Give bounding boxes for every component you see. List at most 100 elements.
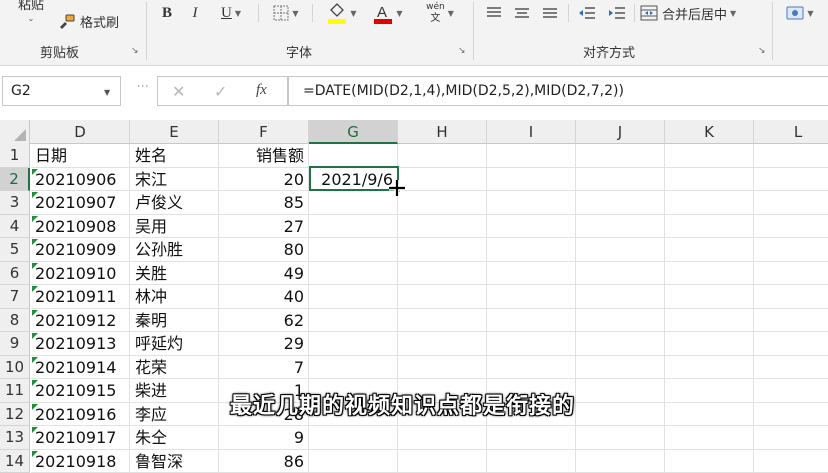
column-header-g[interactable]: G	[309, 120, 398, 144]
cell-j11[interactable]	[576, 379, 665, 403]
paste-dropdown[interactable]: ⌄	[24, 12, 38, 24]
cell-i13[interactable]	[487, 426, 576, 450]
cell-j2[interactable]	[576, 167, 665, 191]
cell-i3[interactable]	[487, 191, 576, 215]
row-header[interactable]: 9	[0, 332, 30, 356]
cell-h10[interactable]	[398, 355, 487, 379]
cell-h13[interactable]	[398, 426, 487, 450]
cell-j12[interactable]	[576, 402, 665, 426]
align-middle-button[interactable]	[512, 3, 532, 23]
formula-input[interactable]: =DATE(MID(D2,1,4),MID(D2,5,2),MID(D2,7,2…	[288, 76, 828, 106]
cell-f7[interactable]: 40	[219, 285, 309, 309]
merge-center-button[interactable]: 合并后居中 ▼	[640, 2, 736, 24]
cell-e14[interactable]: 鲁智深	[130, 449, 219, 473]
cell-k5[interactable]	[665, 238, 754, 262]
cell-g3[interactable]	[309, 191, 398, 215]
cell-d12[interactable]: 20210916	[31, 402, 130, 426]
column-header-f[interactable]: F	[219, 120, 309, 144]
cell-h9[interactable]	[398, 332, 487, 356]
cell-h8[interactable]	[398, 308, 487, 332]
cell-i14[interactable]	[487, 449, 576, 473]
cell-e3[interactable]: 卢俊义	[130, 191, 219, 215]
cell-e9[interactable]: 呼延灼	[130, 332, 219, 356]
column-header-d[interactable]: D	[31, 120, 130, 144]
cell-e1[interactable]: 姓名	[130, 144, 219, 168]
cell-k14[interactable]	[665, 449, 754, 473]
cell-f6[interactable]: 49	[219, 261, 309, 285]
cell-d7[interactable]: 20210911	[31, 285, 130, 309]
cell-d1[interactable]: 日期	[31, 144, 130, 168]
cell-e13[interactable]: 朱仝	[130, 426, 219, 450]
cell-l10[interactable]	[754, 356, 828, 379]
cell-i5[interactable]	[487, 238, 576, 262]
column-header-k[interactable]: K	[665, 120, 754, 144]
cell-e5[interactable]: 公孙胜	[130, 238, 219, 262]
phonetic-button[interactable]: wén 文 ▼	[418, 0, 462, 26]
cell-d8[interactable]: 20210912	[31, 308, 130, 332]
cell-k10[interactable]	[665, 355, 754, 379]
cell-j1[interactable]	[576, 144, 665, 168]
cell-i8[interactable]	[487, 308, 576, 332]
cell-f3[interactable]: 85	[219, 191, 309, 215]
cell-e11[interactable]: 柴进	[130, 379, 219, 403]
cell-k6[interactable]	[665, 261, 754, 285]
cell-g1[interactable]	[309, 144, 398, 168]
cell-g8[interactable]	[309, 308, 398, 332]
cell-l7[interactable]	[754, 285, 828, 309]
cell-l4[interactable]	[754, 215, 828, 238]
cell-l9[interactable]	[754, 332, 828, 356]
alignment-launcher-icon[interactable]: ↘	[758, 46, 766, 56]
cell-e12[interactable]: 李应	[130, 402, 219, 426]
cell-k11[interactable]	[665, 379, 754, 403]
splitter-handle-icon[interactable]: ⋮	[136, 80, 150, 89]
cell-l8[interactable]	[754, 309, 828, 332]
cell-f9[interactable]: 29	[219, 332, 309, 356]
cell-g4[interactable]	[309, 214, 398, 238]
cell-g7[interactable]	[309, 285, 398, 309]
select-all-button[interactable]	[0, 120, 30, 144]
align-top-button[interactable]	[484, 3, 504, 23]
cell-i4[interactable]	[487, 214, 576, 238]
underline-button[interactable]: U ▼	[210, 2, 252, 24]
cell-e6[interactable]: 关胜	[130, 261, 219, 285]
cell-j9[interactable]	[576, 332, 665, 356]
row-header[interactable]: 14	[0, 449, 30, 473]
cell-g9[interactable]	[309, 332, 398, 356]
row-header[interactable]: 1	[0, 144, 30, 168]
cell-d10[interactable]: 20210914	[31, 355, 130, 379]
cancel-icon[interactable]: ✕	[172, 82, 185, 101]
cell-k4[interactable]	[665, 214, 754, 238]
cell-j4[interactable]	[576, 214, 665, 238]
insert-function-button[interactable]: fx	[256, 82, 267, 99]
cell-j14[interactable]	[576, 449, 665, 473]
row-header[interactable]: 11	[0, 379, 30, 403]
row-header[interactable]: 10	[0, 355, 30, 379]
format-painter-button[interactable]: 格式刷	[58, 10, 119, 32]
cell-k2[interactable]	[665, 167, 754, 191]
cell-j13[interactable]	[576, 426, 665, 450]
cell-h3[interactable]	[398, 191, 487, 215]
cell-f14[interactable]: 86	[219, 449, 309, 473]
cell-e4[interactable]: 吴用	[130, 214, 219, 238]
cell-k3[interactable]	[665, 191, 754, 215]
cell-k7[interactable]	[665, 285, 754, 309]
chevron-down-icon[interactable]: ▼	[104, 88, 110, 97]
row-header[interactable]: 13	[0, 426, 30, 450]
cell-e10[interactable]: 花荣	[130, 355, 219, 379]
row-header[interactable]: 5	[0, 238, 30, 262]
cell-f8[interactable]: 62	[219, 308, 309, 332]
row-header[interactable]: 3	[0, 191, 30, 215]
cell-d14[interactable]: 20210918	[31, 449, 130, 473]
cell-i9[interactable]	[487, 332, 576, 356]
cell-h2[interactable]	[398, 167, 487, 191]
cell-d6[interactable]: 20210910	[31, 261, 130, 285]
border-button[interactable]: ▼	[266, 2, 306, 24]
italic-button[interactable]: I	[184, 2, 206, 24]
bold-button[interactable]: B	[156, 2, 178, 24]
cell-e2[interactable]: 宋江	[130, 167, 219, 191]
cell-d4[interactable]: 20210908	[31, 214, 130, 238]
align-bottom-button[interactable]	[540, 3, 560, 23]
cell-k12[interactable]	[665, 402, 754, 426]
cell-k13[interactable]	[665, 426, 754, 450]
number-format-button[interactable]: ▼	[780, 2, 820, 24]
